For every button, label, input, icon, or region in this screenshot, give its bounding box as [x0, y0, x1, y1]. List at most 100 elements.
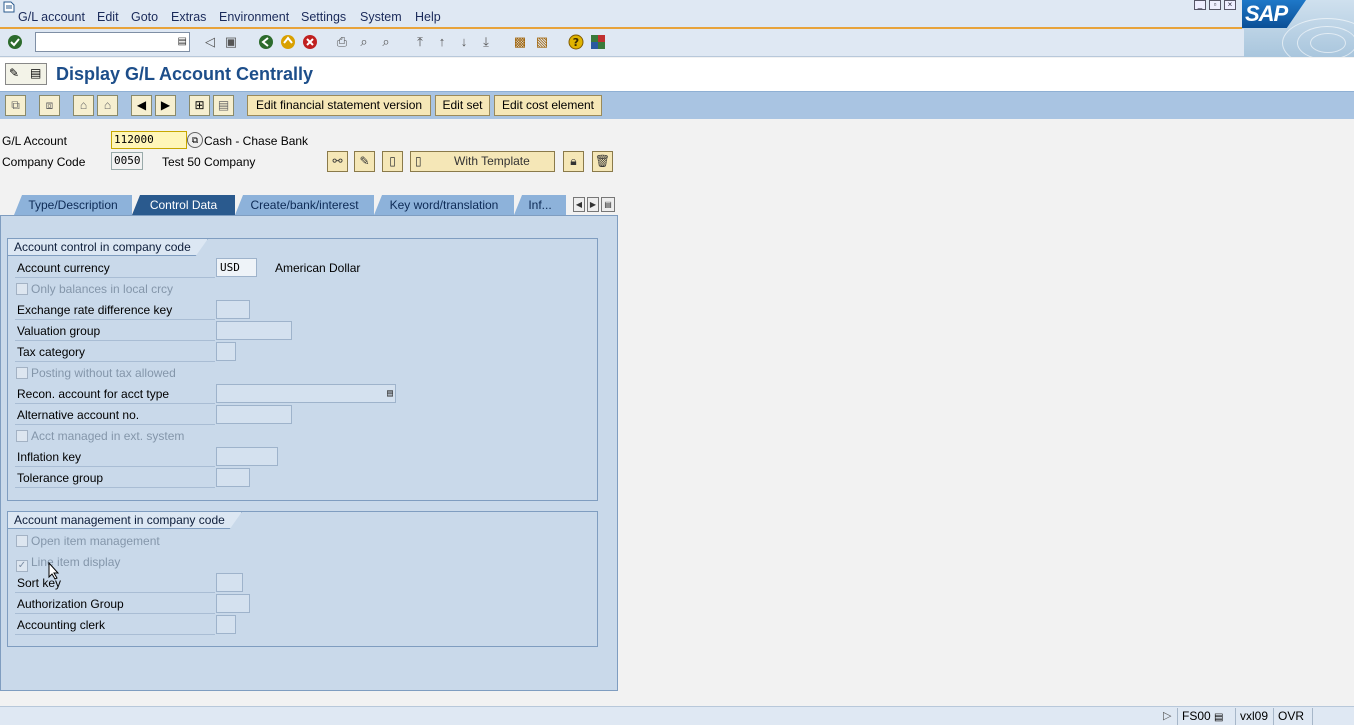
minimize-icon[interactable]: _: [1194, 0, 1206, 10]
only-balances-checkbox[interactable]: [16, 283, 28, 295]
tab-type-description[interactable]: Type/Description: [14, 195, 132, 215]
tolerance-group-label: Tolerance group: [15, 468, 215, 488]
recon-account-field[interactable]: ▤: [216, 384, 396, 403]
posting-without-tax-checkbox[interactable]: [16, 367, 28, 379]
line-item-checkbox[interactable]: ✓: [16, 560, 28, 572]
status-transaction[interactable]: FS00 ▤: [1177, 708, 1227, 725]
edit-cost-element-button[interactable]: Edit cost element: [494, 95, 602, 116]
sap-logo: SAP: [1242, 0, 1354, 57]
close-window-icon[interactable]: ×: [1224, 0, 1236, 10]
menu-settings[interactable]: Settings: [301, 10, 346, 24]
tab-information[interactable]: Inf...: [514, 195, 566, 215]
print-icon[interactable]: ⎙: [333, 33, 351, 51]
find-next-icon[interactable]: ⌕: [377, 33, 395, 51]
valuation-group-label: Valuation group: [15, 321, 215, 341]
restore-icon[interactable]: ▫: [1209, 0, 1221, 10]
create-icon[interactable]: ⧈: [39, 95, 60, 116]
tab-control-data[interactable]: Control Data: [132, 195, 235, 215]
notes-icon[interactable]: ▤: [213, 95, 234, 116]
display-toggle-icon[interactable]: ⚯: [327, 151, 348, 172]
valuation-group-field[interactable]: [216, 321, 292, 340]
window-menu-icon[interactable]: [3, 1, 15, 13]
first-page-icon[interactable]: ⤒: [411, 33, 429, 51]
menu-gl-account[interactable]: G/L account: [18, 10, 85, 24]
mouse-cursor-icon: [48, 562, 60, 580]
tolerance-group-field[interactable]: [216, 468, 250, 487]
back-icon[interactable]: [257, 33, 275, 51]
status-list-icon[interactable]: ▤: [1214, 712, 1223, 723]
change-doc-icon[interactable]: ⌂: [73, 95, 94, 116]
document-icon[interactable]: ▤: [30, 66, 41, 80]
inflation-key-field[interactable]: [216, 447, 278, 466]
find-icon[interactable]: ⌕: [355, 33, 373, 51]
menu-extras[interactable]: Extras: [171, 10, 206, 24]
lock-icon[interactable]: 🔒︎: [563, 151, 584, 172]
menu-edit[interactable]: Edit: [97, 10, 119, 24]
menu-environment[interactable]: Environment: [219, 10, 289, 24]
save-icon[interactable]: ▣: [222, 33, 240, 51]
status-transaction-code: FS00: [1182, 709, 1211, 723]
create-session-icon[interactable]: ▩: [511, 33, 529, 51]
enter-icon[interactable]: [6, 33, 24, 51]
other-account-icon[interactable]: ⧉: [5, 95, 26, 116]
title-transaction-icons[interactable]: ✎ ▤: [5, 63, 47, 85]
accounting-clerk-label: Accounting clerk: [15, 615, 215, 635]
exchange-rate-key-field[interactable]: [216, 300, 250, 319]
filter-icon[interactable]: ⊞: [189, 95, 210, 116]
copy-icon[interactable]: ⌂: [97, 95, 118, 116]
delete-icon[interactable]: 🗑︎: [592, 151, 613, 172]
menu-system[interactable]: System: [360, 10, 402, 24]
create-document-icon[interactable]: ▯: [382, 151, 403, 172]
tab-create-bank-interest[interactable]: Create/bank/interest: [235, 195, 374, 215]
gl-account-description: Cash - Chase Bank: [204, 134, 309, 148]
next-icon[interactable]: ▶: [155, 95, 176, 116]
edit-set-button[interactable]: Edit set: [435, 95, 490, 116]
cancel-icon[interactable]: [301, 33, 319, 51]
svg-text:?: ?: [573, 36, 579, 49]
with-template-button[interactable]: ▯ With Template: [410, 151, 555, 172]
last-page-icon[interactable]: ⤓: [477, 33, 495, 51]
posting-without-tax-row: Posting without tax allowed: [16, 363, 176, 383]
status-mode[interactable]: OVR: [1273, 708, 1308, 725]
help-icon[interactable]: ?: [567, 33, 585, 51]
control-data-panel: Account control in company code Account …: [0, 215, 618, 691]
company-code-field[interactable]: 0050: [111, 152, 143, 170]
open-item-checkbox[interactable]: [16, 535, 28, 547]
search-help-icon[interactable]: ⧉: [187, 132, 203, 148]
company-code-label: Company Code: [2, 155, 86, 169]
account-currency-field[interactable]: USD: [216, 258, 257, 277]
accounting-clerk-field[interactable]: [216, 615, 236, 634]
tab-scroll-right-icon[interactable]: ▶: [587, 197, 599, 212]
standard-toolbar: ▤ ◁ ▣ ⎙ ⌕ ⌕ ⤒ ↑ ↓ ⤓ ▩ ▧ ?: [0, 29, 1244, 57]
alt-account-label: Alternative account no.: [15, 405, 215, 425]
sort-key-field[interactable]: [216, 573, 243, 592]
alt-account-field[interactable]: [216, 405, 292, 424]
previous-page-icon[interactable]: ↑: [433, 33, 451, 51]
tab-list-icon[interactable]: ▤: [601, 197, 615, 212]
edit-fsv-button[interactable]: Edit financial statement version: [247, 95, 431, 116]
back-small-icon[interactable]: ◁: [201, 33, 219, 51]
exit-icon[interactable]: [279, 33, 297, 51]
gl-account-field[interactable]: 112000: [111, 131, 187, 149]
menu-goto[interactable]: Goto: [131, 10, 158, 24]
application-toolbar: ⧉ ⧈ ⌂ ⌂ ◀ ▶ ⊞ ▤ Edit financial statement…: [0, 91, 1354, 119]
tab-key-word-translation[interactable]: Key word/translation: [374, 195, 514, 215]
status-expand-icon[interactable]: ▷: [1163, 709, 1171, 722]
menu-help[interactable]: Help: [415, 10, 441, 24]
recon-account-dropdown-icon[interactable]: ▤: [387, 385, 393, 402]
tax-category-field[interactable]: [216, 342, 236, 361]
shortcut-icon[interactable]: ▧: [533, 33, 551, 51]
command-history-icon[interactable]: ▤: [178, 36, 187, 47]
tab-scroll-left-icon[interactable]: ◀: [573, 197, 585, 212]
previous-icon[interactable]: ◀: [131, 95, 152, 116]
display-change-icon[interactable]: ✎: [9, 66, 19, 80]
command-field[interactable]: ▤: [35, 32, 190, 52]
auth-group-field[interactable]: [216, 594, 250, 613]
recon-account-label: Recon. account for acct type: [15, 384, 215, 404]
account-management-group: Account management in company code Open …: [7, 511, 598, 647]
account-currency-description: American Dollar: [275, 261, 361, 275]
acct-managed-ext-checkbox[interactable]: [16, 430, 28, 442]
next-page-icon[interactable]: ↓: [455, 33, 473, 51]
layout-menu-icon[interactable]: [589, 33, 607, 51]
edit-pencil-icon[interactable]: ✎: [354, 151, 375, 172]
